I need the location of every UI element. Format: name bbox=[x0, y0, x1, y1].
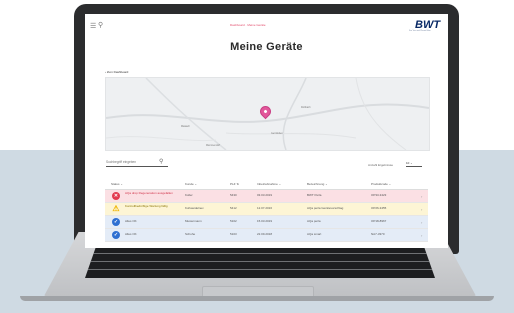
result-count-select[interactable]: 10 ⌄ bbox=[406, 161, 422, 167]
table-row[interactable]: ⚠ Kontrollbedürftige Wartung fällig Kuhw… bbox=[105, 203, 428, 216]
warning-icon: ⚠ bbox=[112, 204, 120, 213]
commission-date: 15.03.2019 bbox=[257, 219, 273, 223]
table-row[interactable]: ✓ Alles OK Schuhe 5103 22.09.2018 AQa sm… bbox=[105, 229, 428, 242]
column-header-status[interactable]: Status ⌄ bbox=[111, 182, 123, 186]
map-label: Mammendorf bbox=[206, 144, 221, 147]
magnifier-icon[interactable]: ⚲ bbox=[159, 158, 163, 165]
breadcrumb[interactable]: Dashboard · Meine Geräte bbox=[230, 23, 266, 27]
brand-logo[interactable]: BWT For You and Planet Blue bbox=[405, 19, 443, 33]
map-label: Maisach bbox=[181, 125, 190, 128]
map-label: Rottbach bbox=[301, 106, 311, 109]
product-code: OP33-3423 bbox=[371, 193, 387, 197]
laptop-screen: ☰ ⚲ Dashboard · Meine Geräte BWT For You… bbox=[85, 14, 448, 248]
status-text: AQa drop Regeneration ausgefallen bbox=[125, 191, 173, 195]
search-icon[interactable]: ⚲ bbox=[98, 22, 103, 29]
product-code: NA7-3370 bbox=[371, 232, 385, 236]
chevron-right-icon[interactable]: › bbox=[421, 220, 422, 225]
device-name: AQa perla Gerätevorschlag bbox=[307, 206, 344, 210]
search-box[interactable]: ⚲ bbox=[106, 159, 168, 167]
product-code: OP18-8967 bbox=[371, 219, 387, 223]
table-row[interactable]: ✓ Alles OK Mustermann 5102 15.03.2019 AQ… bbox=[105, 216, 428, 229]
column-header-plz[interactable]: PLZ ⇅ bbox=[230, 182, 239, 186]
logo-tagline: For You and Planet Blue bbox=[409, 30, 431, 32]
table-row[interactable]: ✕ AQa drop Regeneration ausgefallen Koll… bbox=[105, 190, 428, 203]
column-header-produktcode[interactable]: Produktcode ⌄ bbox=[371, 182, 391, 186]
column-header-kunde[interactable]: Kunde ⌄ bbox=[185, 182, 197, 186]
result-count-label: Anzahl Ergebnisse bbox=[368, 163, 394, 167]
keyboard-row bbox=[85, 269, 435, 270]
status-text: Alles OK bbox=[125, 219, 137, 223]
product-code: OP26-3455 bbox=[371, 206, 387, 210]
customer-name: Kuhweidelnev bbox=[185, 206, 204, 210]
customer-name: Koller bbox=[185, 193, 193, 197]
customer-name: Schuhe bbox=[185, 232, 196, 236]
column-header-inbetriebnahme[interactable]: Inbetriebnahme ⌄ bbox=[257, 182, 281, 186]
postal-code: 5430 bbox=[230, 193, 237, 197]
device-name: AQa perla bbox=[307, 219, 321, 223]
commission-date: 12.07.2016 bbox=[257, 206, 273, 210]
table-header: Status ⌄ Kunde ⌄ PLZ ⇅ Inbetriebnahme ⌄ … bbox=[105, 177, 428, 190]
chevron-right-icon[interactable]: › bbox=[421, 233, 422, 238]
postal-code: 5103 bbox=[230, 232, 237, 236]
device-name: BWT Perla bbox=[307, 193, 322, 197]
commission-date: 03.03.2019 bbox=[257, 193, 273, 197]
hamburger-icon[interactable]: ☰ bbox=[90, 23, 96, 30]
search-input[interactable] bbox=[106, 159, 154, 165]
chevron-right-icon[interactable]: › bbox=[421, 194, 422, 199]
chevron-right-icon[interactable]: › bbox=[421, 207, 422, 212]
customer-name: Mustermann bbox=[185, 219, 202, 223]
status-text: Alles OK bbox=[125, 232, 137, 236]
commission-date: 22.09.2018 bbox=[257, 232, 273, 236]
check-icon: ✓ bbox=[112, 218, 120, 226]
error-icon: ✕ bbox=[112, 192, 120, 200]
laptop-base-edge bbox=[20, 296, 494, 301]
column-header-bezeichnung[interactable]: Bezeichnung ⌄ bbox=[307, 182, 328, 186]
status-text: Kontrollbedürftige Wartung fällig bbox=[125, 204, 168, 208]
back-to-dashboard-link[interactable]: ‹ Zum Dashboard bbox=[105, 70, 128, 74]
top-bar: ☰ ⚲ Dashboard · Meine Geräte BWT For You… bbox=[85, 14, 448, 36]
postal-code: 5102 bbox=[230, 219, 237, 223]
map-label: Gernlinden bbox=[271, 132, 283, 135]
device-name: AQa smart bbox=[307, 232, 322, 236]
keyboard-row bbox=[85, 261, 435, 262]
page-title: Meine Geräte bbox=[230, 41, 303, 53]
keyboard-row bbox=[85, 253, 435, 254]
postal-code: 5412 bbox=[230, 206, 237, 210]
check-icon: ✓ bbox=[112, 231, 120, 239]
pin-center bbox=[263, 109, 268, 114]
